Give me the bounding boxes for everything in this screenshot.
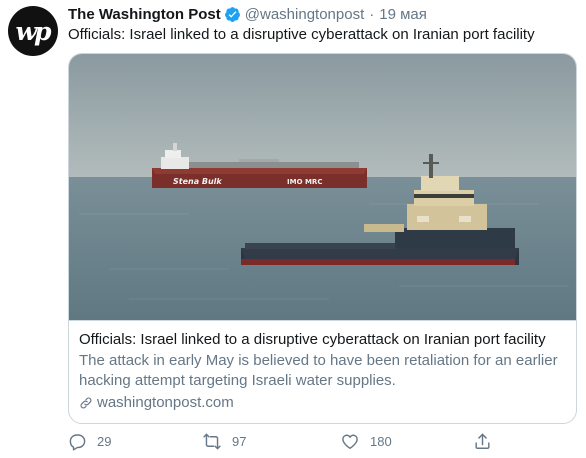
reply-button[interactable]: 29 xyxy=(68,428,111,454)
share-button[interactable] xyxy=(473,428,492,454)
like-count: 180 xyxy=(370,433,392,449)
tweet-actions: 29 97 180 xyxy=(68,428,568,454)
avatar-logo: wp xyxy=(15,16,51,46)
avatar[interactable]: wp xyxy=(8,6,58,56)
ship-name-stena: Stena Bulk xyxy=(173,177,222,186)
verified-badge-icon xyxy=(224,6,241,23)
tweet-header: The Washington Post @washingtonpost · 19… xyxy=(68,4,427,24)
retweet-count: 97 xyxy=(232,433,247,449)
link-icon xyxy=(80,397,92,409)
heart-icon xyxy=(342,434,358,449)
retweet-icon xyxy=(203,433,221,449)
share-icon xyxy=(475,433,490,449)
retweet-button[interactable]: 97 xyxy=(202,428,246,454)
reply-count: 29 xyxy=(97,433,112,449)
card-title: Officials: Israel linked to a disruptive… xyxy=(79,331,546,348)
card-body: Officials: Israel linked to a disruptive… xyxy=(69,320,576,423)
card-description: The attack in early May is believed to h… xyxy=(79,352,558,389)
link-card[interactable]: Stena Bulk IMO MRC Officials: Israel lin… xyxy=(68,53,577,424)
reply-icon xyxy=(69,433,86,451)
like-button[interactable]: 180 xyxy=(340,428,392,454)
author-name[interactable]: The Washington Post xyxy=(68,6,221,23)
card-link-domain: washingtonpost.com xyxy=(97,394,234,411)
ship-name-imo: IMO MRC xyxy=(287,178,322,186)
separator-dot: · xyxy=(369,5,375,23)
tweet: wp The Washington Post @washingtonpost ·… xyxy=(0,0,586,458)
card-link[interactable]: washingtonpost.com xyxy=(79,393,566,413)
tweet-text: Officials: Israel linked to a disruptive… xyxy=(68,26,535,43)
tweet-timestamp[interactable]: 19 мая xyxy=(379,6,427,23)
card-image: Stena Bulk IMO MRC xyxy=(69,54,576,320)
author-handle[interactable]: @washingtonpost xyxy=(245,6,364,23)
